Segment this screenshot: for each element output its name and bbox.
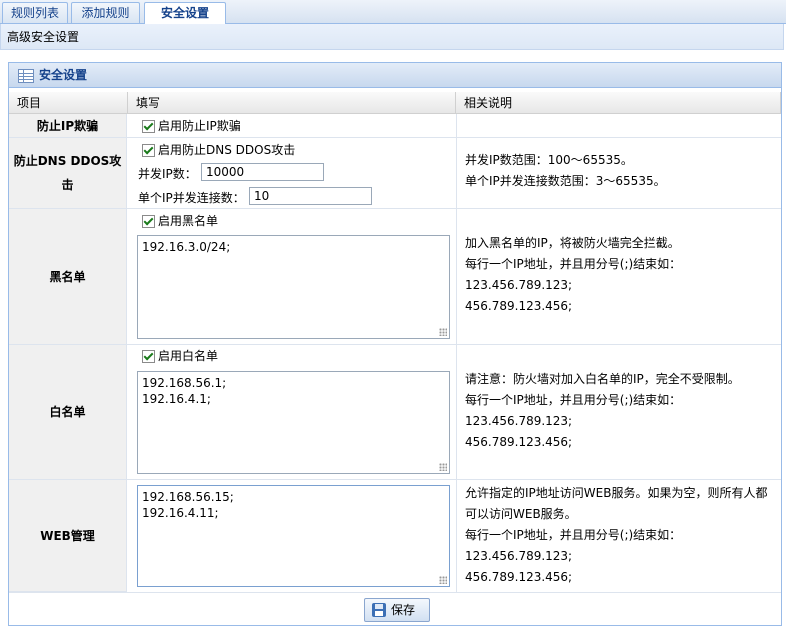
tab-bar: 规则列表 添加规则 安全设置 (0, 0, 786, 24)
whitelist-checkbox[interactable]: 启用白名单 (142, 347, 218, 365)
panel-header: 安全设置 (9, 63, 781, 88)
floppy-disk-icon (372, 603, 386, 617)
checkbox-checked-icon[interactable] (142, 144, 155, 157)
row-label-whitelist: 白名单 (9, 345, 127, 480)
ip-spoof-checkbox[interactable]: 启用防止IP欺骗 (142, 117, 241, 135)
resize-grip-icon[interactable] (439, 463, 447, 471)
description-line: 123.456.789.123; (465, 549, 573, 563)
blacklist-checkbox-label: 启用黑名单 (158, 214, 219, 228)
grid-table-icon (18, 69, 34, 83)
description-line: 允许指定的IP地址访问WEB服务。如果为空，则所有人都 (465, 486, 768, 500)
resize-grip-icon[interactable] (439, 328, 447, 336)
column-header-desc: 相关说明 (456, 92, 781, 114)
description-line: 可以访问WEB服务。 (465, 507, 577, 521)
concurrent-ip-input[interactable]: 10000 (201, 163, 324, 181)
tab-security-settings[interactable]: 安全设置 (144, 2, 226, 24)
blacklist-checkbox[interactable]: 启用黑名单 (142, 212, 218, 230)
whitelist-textarea[interactable]: 192.168.56.1; 192.16.4.1; (137, 371, 450, 474)
checkbox-checked-icon[interactable] (142, 215, 155, 228)
row-label-ip-spoof: 防止IP欺骗 (9, 114, 127, 138)
column-header-item: 项目 (9, 92, 128, 114)
tab-rule-list[interactable]: 规则列表 (2, 2, 68, 23)
description-line: 456.789.123.456; (465, 435, 573, 449)
resize-grip-icon[interactable] (439, 576, 447, 584)
whitelist-checkbox-label: 启用白名单 (158, 349, 219, 363)
per-ip-connections-input[interactable]: 10 (249, 187, 372, 205)
description-line: 123.456.789.123; (465, 414, 573, 428)
description-line: 456.789.123.456; (465, 570, 573, 584)
description-line: 每行一个IP地址，并且用分号(;)结束如： (465, 257, 682, 271)
description-line: 456.789.123.456; (465, 299, 573, 313)
subheader-title: 高级安全设置 (7, 30, 80, 44)
blacklist-text: 192.16.3.0/24; (142, 240, 231, 254)
web-management-description: 允许指定的IP地址访问WEB服务。如果为空，则所有人都 可以访问WEB服务。 每… (465, 483, 767, 588)
save-button-label: 保存 (391, 603, 416, 617)
per-ip-connections-label: 单个IP并发连接数： (138, 191, 245, 205)
checkbox-checked-icon[interactable] (142, 120, 155, 133)
whitelist-text: 192.168.56.1; 192.16.4.1; (142, 376, 227, 406)
description-line: 单个IP并发连接数范围：3～65535。 (465, 174, 666, 188)
concurrent-ip-label: 并发IP数： (138, 167, 197, 181)
save-button[interactable]: 保存 (364, 598, 430, 622)
row-label-dns-ddos: 防止DNS DDOS攻击 (9, 138, 127, 209)
page-subheader: 高级安全设置 (0, 24, 784, 50)
dns-ddos-checkbox-label: 启用防止DNS DDOS攻击 (158, 143, 296, 157)
column-header-fill: 填写 (128, 92, 456, 114)
web-management-textarea[interactable]: 192.168.56.15; 192.16.4.11; (137, 485, 450, 587)
panel-title: 安全设置 (39, 68, 88, 82)
whitelist-description: 请注意：防火墙对加入白名单的IP，完全不受限制。 每行一个IP地址，并且用分号(… (465, 369, 740, 453)
row-label-blacklist: 黑名单 (9, 209, 127, 345)
description-line: 请注意：防火墙对加入白名单的IP，完全不受限制。 (465, 372, 740, 386)
tab-add-rule[interactable]: 添加规则 (71, 2, 140, 23)
ip-spoof-checkbox-label: 启用防止IP欺骗 (158, 119, 241, 133)
row-label-web-management: WEB管理 (9, 480, 127, 592)
dns-ddos-checkbox[interactable]: 启用防止DNS DDOS攻击 (142, 141, 295, 159)
description-line: 每行一个IP地址，并且用分号(;)结束如： (465, 528, 682, 542)
description-line: 123.456.789.123; (465, 278, 573, 292)
web-management-text: 192.168.56.15; 192.16.4.11; (142, 490, 234, 520)
description-line: 每行一个IP地址，并且用分号(;)结束如： (465, 393, 682, 407)
blacklist-description: 加入黑名单的IP，将被防火墙完全拦截。 每行一个IP地址，并且用分号(;)结束如… (465, 233, 681, 317)
description-line: 并发IP数范围：100～65535。 (465, 153, 633, 167)
description-line: 加入黑名单的IP，将被防火墙完全拦截。 (465, 236, 680, 250)
blacklist-textarea[interactable]: 192.16.3.0/24; (137, 235, 450, 339)
table-footer-divider (9, 592, 781, 593)
dns-ddos-description: 并发IP数范围：100～65535。 单个IP并发连接数范围：3～65535。 (465, 150, 666, 192)
checkbox-checked-icon[interactable] (142, 350, 155, 363)
